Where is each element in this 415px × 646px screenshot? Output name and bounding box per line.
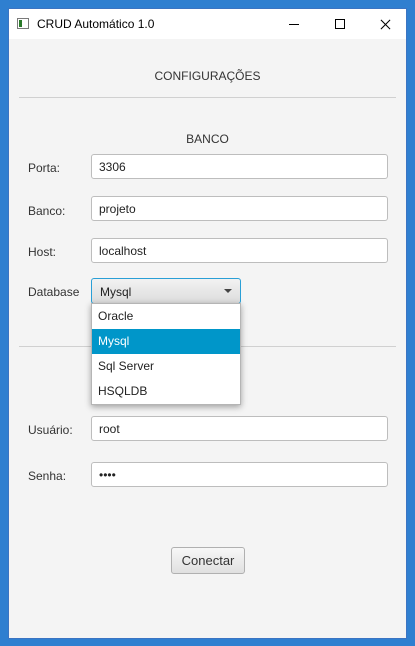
- main-content: CONFIGURAÇÕES BANCO Porta: Banco: Host: …: [9, 39, 406, 638]
- app-window-icon: [17, 18, 29, 29]
- minimize-icon[interactable]: [271, 9, 317, 39]
- senha-input[interactable]: [91, 462, 388, 487]
- usuario-input[interactable]: [91, 416, 388, 441]
- dropdown-option-oracle[interactable]: Oracle: [92, 304, 240, 329]
- banco-heading: BANCO: [186, 132, 229, 146]
- senha-label: Senha:: [28, 469, 67, 483]
- usuario-label: Usuário:: [28, 423, 73, 437]
- banco-input[interactable]: [91, 196, 388, 221]
- dropdown-option-sql-server[interactable]: Sql Server: [92, 354, 240, 379]
- database-label: Database: [28, 285, 80, 299]
- banco-label: Banco:: [28, 204, 66, 218]
- window-title: CRUD Automático 1.0: [37, 17, 155, 31]
- database-select[interactable]: Mysql: [91, 278, 241, 304]
- chevron-down-icon[interactable]: [224, 289, 232, 293]
- host-label: Host:: [28, 245, 57, 259]
- divider: [19, 97, 396, 98]
- title-bar[interactable]: CRUD Automático 1.0: [9, 9, 406, 39]
- dropdown-option-hsqldb[interactable]: HSQLDB: [92, 379, 240, 404]
- close-icon[interactable]: [362, 9, 408, 39]
- config-heading: CONFIGURAÇÕES: [154, 69, 261, 83]
- porta-label: Porta:: [28, 161, 61, 175]
- dropdown-option-mysql[interactable]: Mysql: [92, 329, 240, 354]
- host-input[interactable]: [91, 238, 388, 263]
- database-selected-value: Mysql: [100, 285, 132, 299]
- connect-button[interactable]: Conectar: [171, 547, 245, 574]
- app-window: CRUD Automático 1.0 CONFIGURAÇÕES BANCO …: [8, 8, 407, 639]
- porta-input[interactable]: [91, 154, 388, 179]
- maximize-icon[interactable]: [317, 9, 363, 39]
- database-dropdown-list: Oracle Mysql Sql Server HSQLDB: [91, 303, 241, 405]
